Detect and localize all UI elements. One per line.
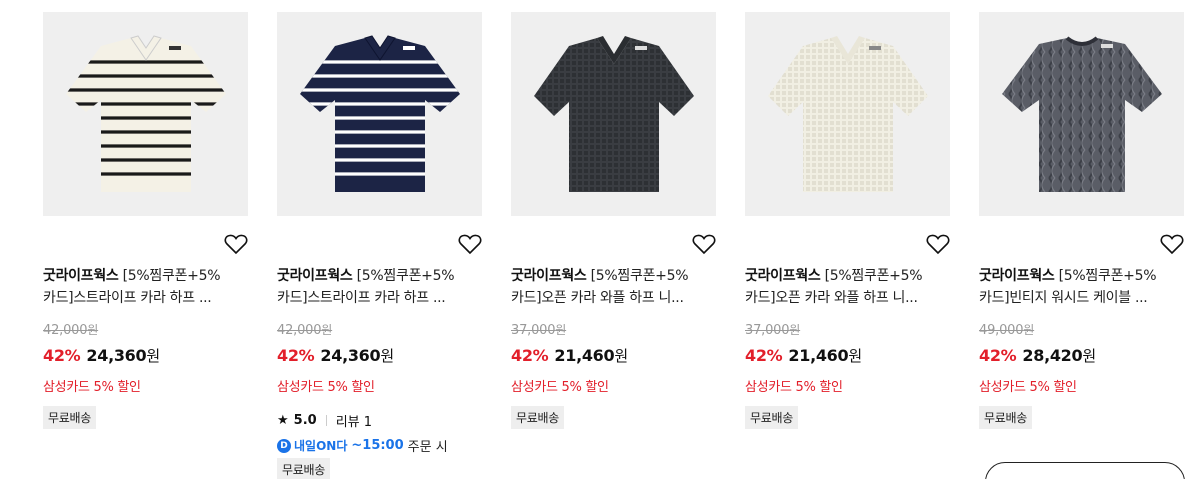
delivery-suffix: 주문 시 [407, 440, 448, 455]
title-line-2: 카드]스트라이프 카라 하프 ... [43, 290, 212, 306]
card-promo: 삼성카드 5% 할인 [277, 380, 375, 395]
sale-price: 21,460 [554, 346, 615, 365]
waffle-polo-ivory-icon [767, 36, 928, 192]
delivery-icon: D [277, 438, 291, 453]
discount-rate: 42% [979, 346, 1017, 365]
free-shipping-badge: 무료배송 [745, 406, 798, 429]
card-promo: 삼성카드 5% 할인 [511, 380, 609, 395]
discount-rate: 42% [277, 346, 315, 365]
heart-outline-icon[interactable] [692, 233, 716, 255]
card-promo: 삼성카드 5% 할인 [745, 380, 843, 395]
card-promo: 삼성카드 5% 할인 [979, 380, 1077, 395]
star-icon: ★ [277, 413, 289, 428]
product-image[interactable] [43, 12, 248, 216]
sale-price-row: 42% 28,420원 [979, 346, 1096, 365]
product-title[interactable]: 굿라이프웍스 [5%찜쿠폰+5% 카드]오픈 카라 와플 하프 니... [745, 265, 950, 309]
brand-name: 굿라이프웍스 [745, 268, 821, 284]
floating-widget[interactable] [985, 462, 1185, 479]
product-card[interactable]: 굿라이프웍스 [5%찜쿠폰+5% 카드]오픈 카라 와플 하프 니... 37,… [745, 12, 950, 429]
free-shipping-badge: 무료배송 [43, 406, 96, 429]
original-price: 37,000원 [745, 323, 801, 338]
delivery-badge: D 내일ON다 [277, 437, 347, 454]
product-title[interactable]: 굿라이프웍스 [5%찜쿠폰+5% 카드]스트라이프 카라 하프 ... [43, 265, 248, 309]
heart-outline-icon[interactable] [458, 233, 482, 255]
original-price: 37,000원 [511, 323, 567, 338]
sale-price-row: 42% 24,360원 [277, 346, 394, 365]
brand-name: 굿라이프웍스 [277, 268, 353, 284]
product-image[interactable] [745, 12, 950, 216]
product-card[interactable]: 굿라이프웍스 [5%찜쿠폰+5% 카드]빈티지 워시드 케이블 ... 49,0… [979, 12, 1184, 429]
free-shipping-badge: 무료배송 [979, 406, 1032, 429]
sale-price-row: 42% 24,360원 [43, 346, 160, 365]
title-line-2: 카드]오픈 카라 와플 하프 니... [745, 290, 918, 306]
title-line-2: 카드]빈티지 워시드 케이블 ... [979, 290, 1148, 306]
product-image[interactable] [511, 12, 716, 216]
brand-name: 굿라이프웍스 [979, 268, 1055, 284]
card-promo: 삼성카드 5% 할인 [43, 380, 141, 395]
striped-polo-cream-icon [65, 35, 226, 192]
rating-score: 5.0 [293, 413, 317, 428]
sale-price: 21,460 [788, 346, 849, 365]
sale-price-row: 42% 21,460원 [511, 346, 628, 365]
heart-outline-icon[interactable] [224, 233, 248, 255]
discount-rate: 42% [43, 346, 81, 365]
discount-rate: 42% [745, 346, 783, 365]
product-title[interactable]: 굿라이프웍스 [5%찜쿠폰+5% 카드]스트라이프 카라 하프 ... [277, 265, 482, 309]
rating-row[interactable]: ★ 5.0 리뷰 1 [277, 411, 372, 430]
title-line-1: [5%찜쿠폰+5% [356, 268, 455, 284]
free-shipping-badge: 무료배송 [511, 406, 564, 429]
title-line-1: [5%찜쿠폰+5% [122, 268, 221, 284]
heart-outline-icon[interactable] [1160, 233, 1184, 255]
striped-polo-navy-icon [299, 35, 460, 192]
brand-name: 굿라이프웍스 [43, 268, 119, 284]
product-image[interactable] [277, 12, 482, 216]
original-price: 42,000원 [43, 323, 99, 338]
discount-rate: 42% [511, 346, 549, 365]
waffle-polo-charcoal-icon [533, 36, 694, 192]
product-title[interactable]: 굿라이프웍스 [5%찜쿠폰+5% 카드]빈티지 워시드 케이블 ... [979, 265, 1184, 309]
divider [325, 415, 327, 426]
delivery-info: D 내일ON다 ~15:00 주문 시 [277, 436, 448, 455]
product-image[interactable] [979, 12, 1184, 216]
original-price: 42,000원 [277, 323, 333, 338]
original-price: 49,000원 [979, 323, 1035, 338]
title-line-2: 카드]스트라이프 카라 하프 ... [277, 290, 446, 306]
sale-price: 28,420 [1022, 346, 1083, 365]
sale-price: 24,360 [86, 346, 147, 365]
review-count: 리뷰 1 [335, 415, 373, 430]
sale-price: 24,360 [320, 346, 381, 365]
delivery-cutoff-time: ~15:00 [351, 438, 404, 453]
brand-name: 굿라이프웍스 [511, 268, 587, 284]
product-card[interactable]: 굿라이프웍스 [5%찜쿠폰+5% 카드]스트라이프 카라 하프 ... 42,0… [277, 12, 482, 479]
product-card[interactable]: 굿라이프웍스 [5%찜쿠폰+5% 카드]스트라이프 카라 하프 ... 42,0… [43, 12, 248, 429]
product-grid: 굿라이프웍스 [5%찜쿠폰+5% 카드]스트라이프 카라 하프 ... 42,0… [0, 0, 1196, 479]
title-line-1: [5%찜쿠폰+5% [1058, 268, 1157, 284]
title-line-1: [5%찜쿠폰+5% [824, 268, 923, 284]
sale-price-row: 42% 21,460원 [745, 346, 862, 365]
title-line-2: 카드]오픈 카라 와플 하프 니... [511, 290, 684, 306]
product-title[interactable]: 굿라이프웍스 [5%찜쿠폰+5% 카드]오픈 카라 와플 하프 니... [511, 265, 716, 309]
free-shipping-badge: 무료배송 [277, 458, 330, 479]
product-card[interactable]: 굿라이프웍스 [5%찜쿠폰+5% 카드]오픈 카라 와플 하프 니... 37,… [511, 12, 716, 429]
heart-outline-icon[interactable] [926, 233, 950, 255]
title-line-1: [5%찜쿠폰+5% [590, 268, 689, 284]
cable-knit-tee-gray-icon [1001, 36, 1162, 192]
